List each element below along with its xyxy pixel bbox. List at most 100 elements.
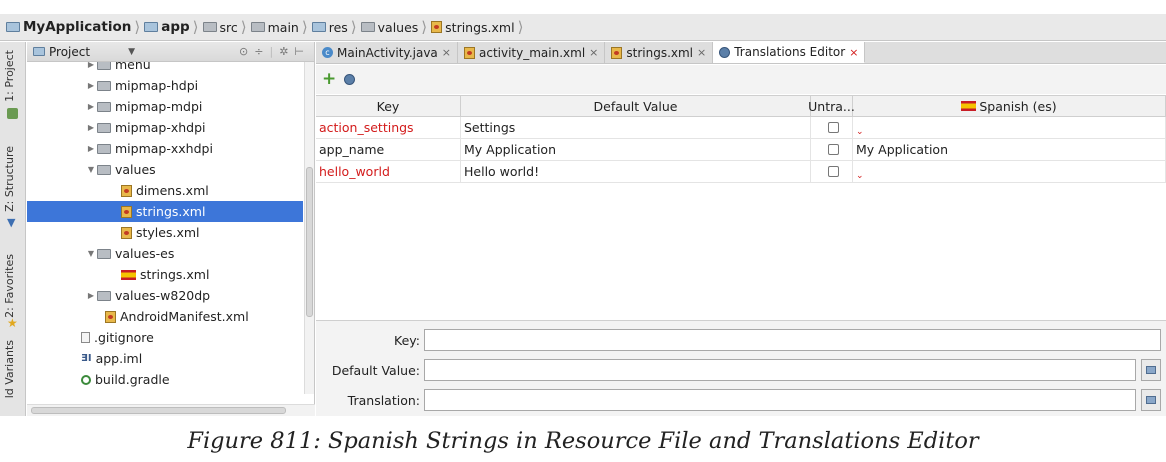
tree-node-dimens-xml[interactable]: dimens.xml: [27, 180, 303, 201]
chevron-right-icon: ⟩: [421, 18, 428, 36]
collapse-icon[interactable]: ÷: [254, 45, 263, 58]
expand-arrow-icon[interactable]: ▶: [85, 291, 97, 300]
tree-node-menu[interactable]: ▶ menu: [27, 62, 303, 75]
scrollbar-thumb[interactable]: [31, 407, 286, 414]
tree-node-mipmap-xhdpi[interactable]: ▶ mipmap-xhdpi: [27, 117, 303, 138]
chevron-right-icon: ⟩: [350, 18, 357, 36]
tree-node-app-iml[interactable]: ƎI app.iml: [27, 348, 303, 369]
tool-tab-build-variants[interactable]: ld Variants: [3, 340, 16, 398]
breadcrumb-item-main[interactable]: main ⟩: [250, 14, 312, 40]
collapse-arrow-icon[interactable]: ▼: [85, 249, 97, 258]
close-icon[interactable]: ×: [442, 46, 451, 59]
breadcrumb-item-app[interactable]: app ⟩: [144, 14, 202, 40]
cell-default-value[interactable]: Settings: [461, 117, 811, 138]
folder-icon: [250, 22, 265, 32]
cell-untranslatable: [811, 139, 853, 160]
untranslatable-checkbox[interactable]: [827, 122, 839, 133]
breadcrumb-item-res[interactable]: res ⟩: [311, 14, 361, 40]
chevron-down-icon[interactable]: ▼: [128, 47, 135, 57]
tree-node-styles-xml[interactable]: styles.xml: [27, 222, 303, 243]
tree-node-label: strings.xml: [140, 267, 210, 282]
breadcrumb-item-src[interactable]: src ⟩: [202, 14, 251, 40]
column-header-default-value[interactable]: Default Value: [461, 96, 811, 116]
translations-table: Key Default Value Untra... Spanish (es) …: [316, 95, 1166, 319]
cell-spanish[interactable]: My Application: [853, 139, 1166, 160]
horizontal-scrollbar[interactable]: [27, 404, 315, 416]
untranslatable-checkbox[interactable]: [827, 166, 839, 177]
gear-icon[interactable]: ✲: [279, 45, 288, 58]
tab-label: Translations Editor: [734, 45, 846, 59]
cell-spanish[interactable]: ⌄: [853, 161, 1166, 182]
tree-node-android-manifest[interactable]: AndroidManifest.xml: [27, 306, 303, 327]
panel-tools: ⊙ ÷ | ✲ ⊢: [239, 45, 304, 58]
close-icon[interactable]: ×: [589, 46, 598, 59]
cell-default-value[interactable]: Hello world!: [461, 161, 811, 182]
table-row[interactable]: hello_world Hello world! ⌄: [316, 161, 1166, 183]
breadcrumb: MyApplication ⟩ app ⟩ src ⟩ main ⟩ res ⟩ valu…: [0, 14, 1166, 41]
key-label: Key:: [394, 332, 420, 348]
tree-node-build-gradle[interactable]: build.gradle: [27, 369, 303, 390]
tree-node-mipmap-xxhdpi[interactable]: ▶ mipmap-xxhdpi: [27, 138, 303, 159]
tree-node-gitignore[interactable]: .gitignore: [27, 327, 303, 348]
default-value-field[interactable]: [424, 359, 1136, 381]
breadcrumb-item-project[interactable]: MyApplication ⟩: [6, 14, 144, 40]
column-header-untranslatable[interactable]: Untra...: [808, 96, 855, 116]
translation-label: Translation:: [347, 392, 420, 408]
project-view-selector[interactable]: Project: [49, 45, 90, 59]
hide-panel-icon[interactable]: ⊢: [294, 45, 304, 58]
tree-node-label: styles.xml: [136, 225, 200, 240]
spanish-flag-icon: [121, 269, 136, 280]
table-row[interactable]: app_name My Application My Application: [316, 139, 1166, 161]
cell-default-value[interactable]: My Application: [461, 139, 811, 160]
tool-tab-project[interactable]: 1: Project: [3, 50, 16, 102]
column-header-key[interactable]: Key: [316, 96, 461, 116]
tree-node-mipmap-mdpi[interactable]: ▶ mipmap-mdpi: [27, 96, 303, 117]
tab-translations-editor[interactable]: Translations Editor ×: [713, 42, 866, 63]
close-icon[interactable]: ×: [849, 46, 858, 59]
close-icon[interactable]: ×: [697, 46, 706, 59]
cell-spanish[interactable]: ⌄: [853, 117, 1166, 138]
cell-key[interactable]: action_settings: [316, 117, 461, 138]
tree-node-strings-xml-es[interactable]: strings.xml: [27, 264, 303, 285]
cell-key[interactable]: hello_world: [316, 161, 461, 182]
tree-node-label: build.gradle: [95, 372, 170, 387]
tree-node-mipmap-hdpi[interactable]: ▶ mipmap-hdpi: [27, 75, 303, 96]
key-field[interactable]: [424, 329, 1161, 351]
untranslatable-checkbox[interactable]: [827, 144, 839, 155]
expand-editor-button[interactable]: [1141, 359, 1161, 381]
expand-arrow-icon[interactable]: ▶: [85, 62, 97, 69]
sync-icon[interactable]: ⊙: [239, 45, 248, 58]
add-key-button[interactable]: +: [322, 71, 336, 88]
cell-key[interactable]: app_name: [316, 139, 461, 160]
translation-field[interactable]: [424, 389, 1136, 411]
tree-node-values[interactable]: ▼ values: [27, 159, 303, 180]
tree-node-label: .gitignore: [94, 330, 154, 345]
column-header-label: Spanish (es): [979, 98, 1057, 114]
tab-activity-main-xml[interactable]: activity_main.xml ×: [458, 42, 606, 63]
breadcrumb-item-strings[interactable]: strings.xml ⟩: [431, 14, 527, 40]
tab-label: strings.xml: [626, 45, 694, 60]
collapse-arrow-icon[interactable]: ▼: [85, 165, 97, 174]
tab-main-activity[interactable]: c MainActivity.java ×: [316, 42, 458, 63]
breadcrumb-item-values[interactable]: values ⟩: [360, 14, 432, 40]
tree-node-values-w820dp[interactable]: ▶ values-w820dp: [27, 285, 303, 306]
breadcrumb-label: app: [161, 19, 190, 35]
star-icon: ★: [7, 316, 18, 330]
tree-node-strings-xml[interactable]: strings.xml: [27, 201, 303, 222]
expand-arrow-icon[interactable]: ▶: [85, 81, 97, 90]
expand-arrow-icon[interactable]: ▶: [85, 102, 97, 111]
column-header-spanish[interactable]: Spanish (es): [853, 96, 1166, 116]
vertical-scrollbar[interactable]: [304, 62, 314, 394]
add-locale-globe-icon[interactable]: [344, 74, 356, 85]
tab-strings-xml[interactable]: strings.xml ×: [605, 42, 714, 63]
expand-arrow-icon[interactable]: ▶: [85, 123, 97, 132]
tool-tab-structure[interactable]: Z: Structure: [3, 146, 16, 212]
scrollbar-thumb[interactable]: [306, 167, 313, 317]
expand-arrow-icon[interactable]: ▶: [85, 144, 97, 153]
tool-tab-favorites[interactable]: 2: Favorites: [3, 254, 16, 318]
tree-node-values-es[interactable]: ▼ values-es: [27, 243, 303, 264]
table-row[interactable]: action_settings Settings ⌄: [316, 117, 1166, 139]
left-tool-window-bar: 1: Project Z: Structure ▼ 2: Favorites ★…: [0, 42, 26, 416]
spanish-flag-icon: [961, 101, 977, 111]
expand-editor-button[interactable]: [1141, 389, 1161, 411]
